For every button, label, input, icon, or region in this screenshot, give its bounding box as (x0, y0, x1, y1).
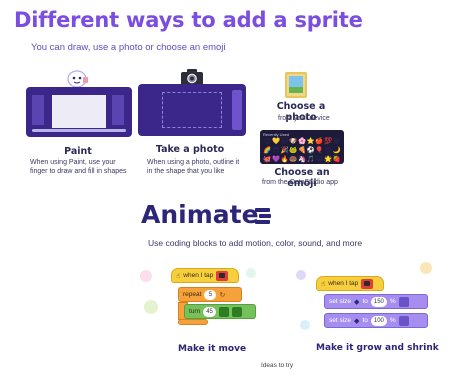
emoji-item: 💜 (271, 155, 281, 163)
tap-hand-icon: ☝ (176, 271, 181, 280)
animate-subtitle: Use coding blocks to add motion, color, … (148, 238, 363, 248)
repeat-footer (178, 319, 208, 325)
direction-icon (231, 306, 242, 317)
repeat-count-pill: 5 (204, 289, 217, 300)
scale-icon (398, 315, 409, 326)
take-photo-desc-line1: When using a photo, outline it (147, 159, 240, 166)
pct-text-2: % (389, 317, 396, 324)
emoji-item: ⭐ (306, 137, 315, 145)
emoji-item: ⚽ (306, 146, 315, 154)
rotate-icon (218, 306, 229, 317)
repeat-text: repeat (183, 291, 202, 298)
emoji-item: 🦄 (297, 155, 307, 163)
animate-motion-icon (255, 208, 271, 224)
emoji-item: 🐙 (263, 155, 272, 163)
decor-dot (300, 320, 310, 330)
emoji-item: 🌸 (297, 137, 307, 145)
photo-tablet-illustration (138, 84, 246, 136)
page-subtitle: You can draw, use a photo or choose an e… (31, 42, 226, 53)
to-text-2: to (362, 317, 368, 324)
paint-slider (32, 129, 126, 132)
page-title: Different ways to add a sprite (14, 8, 363, 32)
ideas-to-try-text: Ideas to try (261, 362, 294, 369)
when-tap-block-2: ☝ when I tap (316, 276, 384, 291)
emoji-item: 🐸 (289, 146, 298, 154)
take-photo-label: Take a photo (155, 144, 225, 155)
sprite-thumb-icon (216, 270, 229, 281)
emoji-grid: 😊 💛 🐱 🐶 🌸 ⭐ 🍎 💯 😀 🌈 😎 🎉 🐸 🍕 ⚽ 🎈 😍 🌙 🐙 💜 🔥 🍩 🦄 🎵 😺 🌟 🍓 (263, 137, 341, 164)
loop-arrow-icon: ↻ (219, 290, 226, 299)
emoji-item: 🍎 (315, 137, 324, 145)
paint-desc-line1: When using Paint, use your (30, 159, 116, 166)
decor-dot (140, 270, 152, 282)
decor-dot (296, 270, 306, 280)
paint-desc-line2: finger to draw and fill in shapes (30, 168, 127, 175)
turn-block: turn 45 (184, 304, 256, 319)
sprite-thumb-icon (361, 278, 374, 289)
emoji-item: 😊 (263, 137, 271, 145)
emoji-item: 😀 (333, 137, 341, 145)
size-value-1: 150 (370, 296, 387, 307)
photo-thumbnail-icon (285, 72, 307, 98)
photo-grass (289, 87, 303, 93)
emoji-item: 💯 (323, 137, 333, 145)
photo-viewfinder (162, 92, 222, 128)
size-value-2: 100 (370, 315, 387, 326)
to-text-1: to (362, 298, 368, 305)
decor-dot (420, 262, 432, 274)
when-tap-block: ☝ when I tap (171, 268, 239, 283)
emoji-item: 🍩 (289, 155, 298, 163)
take-photo-desc-line2: in the shape that you like (147, 168, 225, 175)
emoji-item: 🌈 (263, 146, 272, 154)
when-tap-text-2: when I tap (328, 280, 359, 287)
turn-value-pill: 45 (203, 306, 216, 317)
turn-text: turn (189, 308, 201, 315)
when-tap-text: when I tap (183, 272, 214, 279)
choose-emoji-desc: from the OctoStudio app (262, 179, 338, 186)
paint-canvas (52, 95, 106, 128)
scale-icon (398, 296, 409, 307)
emoji-item: 🔥 (280, 155, 289, 163)
paint-toolbar-left (32, 95, 44, 125)
set-size-text-1: set size (329, 298, 352, 305)
set-size-text-2: set size (329, 317, 352, 324)
emoji-item: 😍 (324, 146, 332, 154)
emoji-item: 😺 (315, 155, 323, 163)
emoji-picker-illustration: Recently Used 😊 💛 🐱 🐶 🌸 ⭐ 🍎 💯 😀 🌈 😎 🎉 🐸 🍕 ⚽ 🎈 😍 🌙 🐙 💜 🔥 🍩 🦄 🎵 😺 🌟… (260, 130, 344, 164)
decor-dot (246, 268, 256, 278)
emoji-item: 🍓 (332, 155, 341, 163)
size-arrow-icon: ◆ (354, 297, 360, 306)
size-arrow-icon: ◆ (354, 316, 360, 325)
pct-text-1: % (389, 298, 396, 305)
set-size-block-2: set size ◆ to 100 % (324, 313, 428, 328)
paint-label: Paint (64, 146, 92, 157)
paint-toolbar-right (112, 95, 124, 125)
decor-dot (144, 300, 158, 314)
emoji-item: 🎈 (315, 146, 324, 154)
emoji-item: 🌙 (332, 146, 341, 154)
emoji-item: 🌟 (323, 155, 333, 163)
make-it-move-caption: Make it move (178, 344, 247, 354)
repeat-block: repeat 5 ↻ (178, 287, 242, 302)
animate-title: Animate (141, 200, 259, 229)
emoji-item: 🎵 (306, 155, 315, 163)
emoji-item: 😎 (272, 146, 280, 154)
emoji-item: 🐱 (281, 137, 289, 145)
emoji-item: 🍕 (297, 146, 307, 154)
emoji-item: 🎉 (280, 146, 289, 154)
set-size-block-1: set size ◆ to 150 % (324, 294, 428, 309)
tap-hand-icon: ☝ (321, 279, 326, 288)
make-it-grow-caption: Make it grow and shrink (316, 343, 439, 353)
paint-tablet-illustration (26, 87, 132, 137)
choose-photo-desc: from your device (278, 115, 330, 122)
shutter-bar (232, 90, 242, 130)
sprite-character-icon (67, 70, 88, 88)
emoji-item: 💛 (271, 137, 281, 145)
emoji-item: 🐶 (289, 137, 298, 145)
